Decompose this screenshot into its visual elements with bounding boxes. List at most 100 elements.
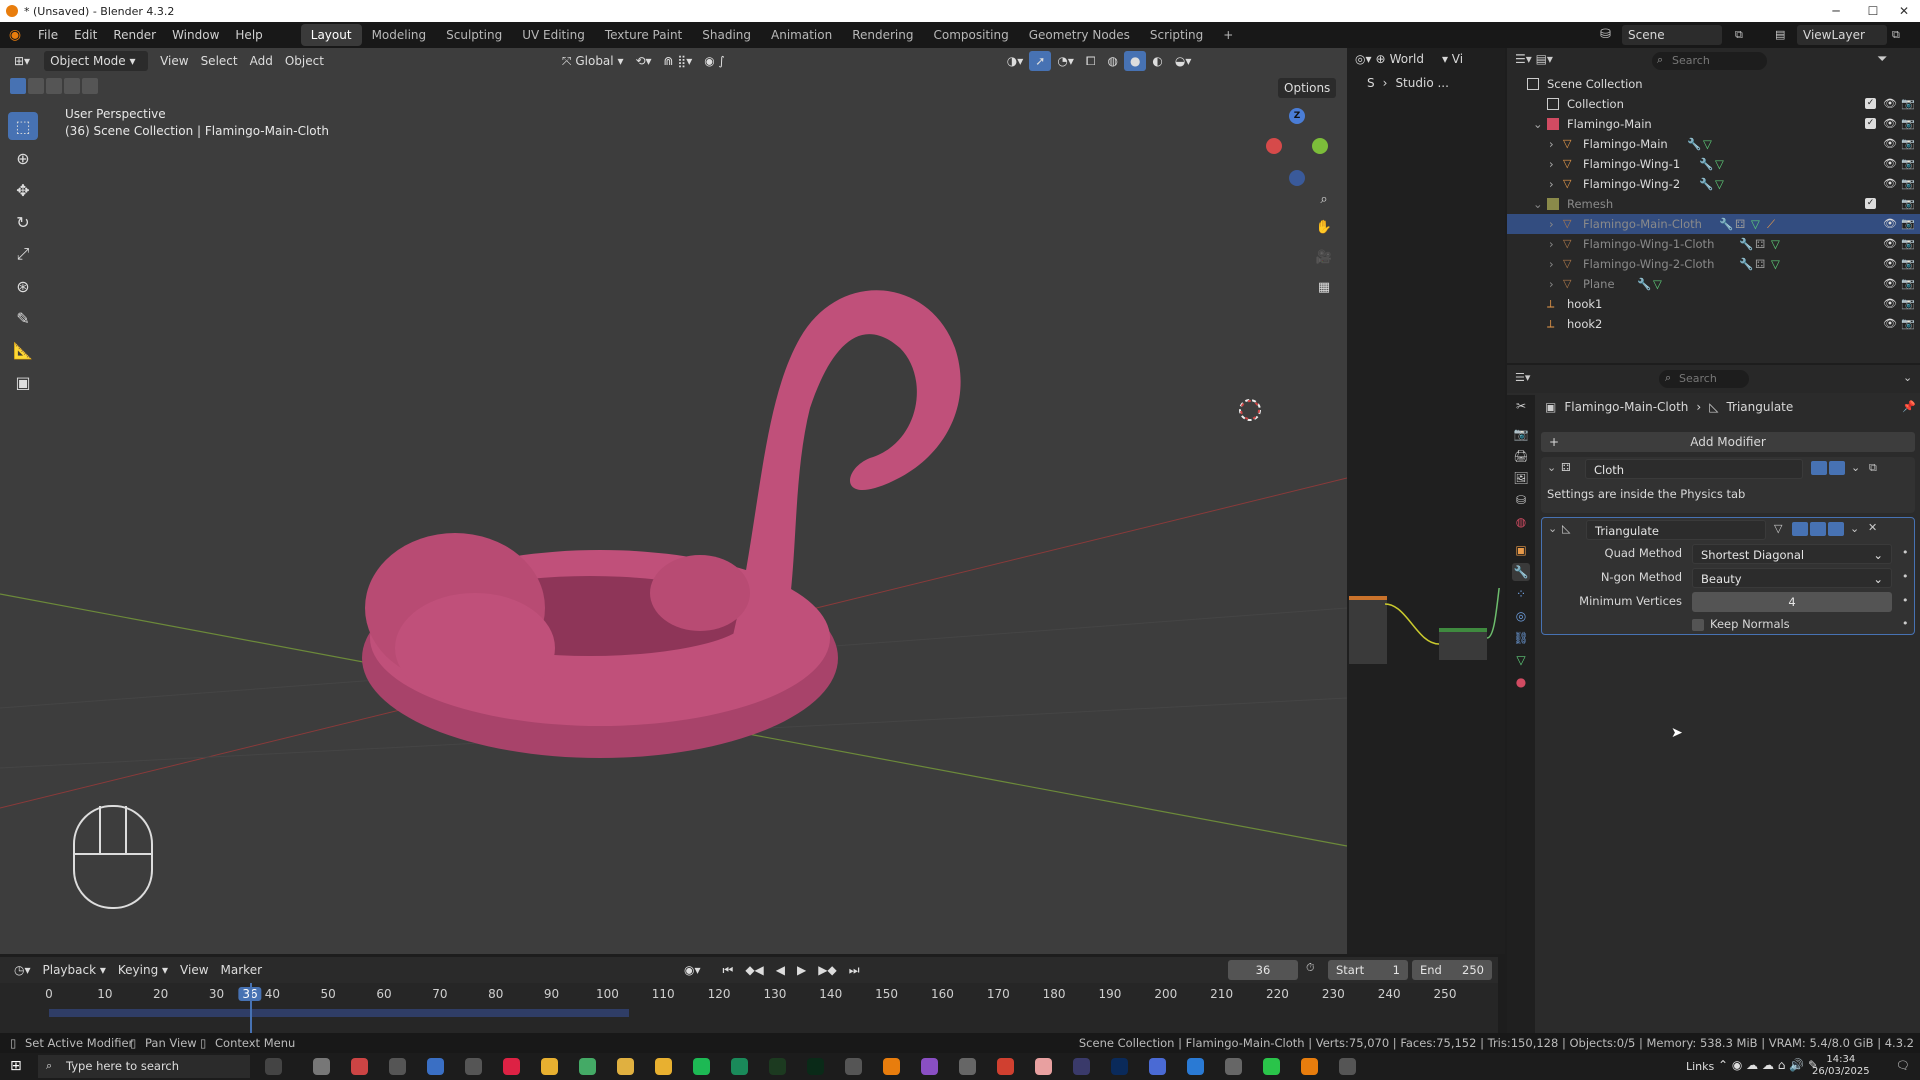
- blender-taskbar-icon[interactable]: [1301, 1058, 1318, 1075]
- eye-icon[interactable]: 👁: [1883, 297, 1897, 311]
- vlc-icon[interactable]: [883, 1058, 900, 1075]
- expand-icon[interactable]: ›: [1549, 134, 1554, 154]
- keyframe-dot-icon[interactable]: •: [1902, 546, 1909, 559]
- app-icon[interactable]: [1339, 1058, 1356, 1075]
- output-tab-icon[interactable]: 🖨: [1512, 447, 1530, 465]
- ortho-grid-icon[interactable]: ▦: [1312, 276, 1336, 300]
- exclude-checkbox[interactable]: ✓: [1865, 198, 1876, 209]
- app-icon[interactable]: [731, 1058, 748, 1075]
- collapse-icon[interactable]: ⌄: [1547, 461, 1556, 474]
- chrome-icon[interactable]: [541, 1058, 558, 1075]
- outliner-row-remesh-collection[interactable]: ⌄ Remesh ✓ 📷: [1507, 194, 1920, 214]
- links-label[interactable]: Links: [1686, 1060, 1714, 1073]
- gizmo-z-axis-icon[interactable]: Z: [1289, 108, 1305, 124]
- blender-menu-icon[interactable]: ◉: [0, 27, 30, 43]
- outliner-row-flamingo-wing-1-cloth[interactable]: › ▽ Flamingo-Wing-1-Cloth 🔧 ⚃ ▽ 👁 📷: [1507, 234, 1920, 254]
- menu-file[interactable]: File: [30, 22, 66, 48]
- zoom-icon[interactable]: ⌕: [1312, 188, 1336, 212]
- outliner-editor-icon[interactable]: ☰▾ ▤▾: [1515, 52, 1553, 66]
- app-icon[interactable]: [921, 1058, 938, 1075]
- outliner-row-hook2[interactable]: ⟂ hook2 👁 📷: [1507, 314, 1920, 334]
- cloth-name-field[interactable]: Cloth: [1585, 459, 1803, 479]
- properties-search-input[interactable]: Search: [1659, 370, 1749, 388]
- tool-tab-icon[interactable]: ✂: [1512, 397, 1530, 415]
- camera-icon[interactable]: 📷: [1901, 217, 1915, 231]
- outliner-row-flamingo-wing-2[interactable]: › ▽ Flamingo-Wing-2 🔧 ▽ 👁 📷: [1507, 174, 1920, 194]
- scene-field[interactable]: Scene: [1622, 25, 1722, 45]
- new-scene-icon[interactable]: ⧉: [1735, 25, 1751, 45]
- app-icon[interactable]: [1073, 1058, 1090, 1075]
- edit-mode-icon[interactable]: ▽: [1774, 522, 1782, 535]
- eye-icon[interactable]: 👁: [1883, 97, 1897, 111]
- outliner-row-plane[interactable]: › ▽ Plane 🔧 ▽ 👁 📷: [1507, 274, 1920, 294]
- expand-icon[interactable]: ›: [1549, 174, 1554, 194]
- camera-icon[interactable]: 📷: [1901, 177, 1915, 191]
- app-icon[interactable]: [959, 1058, 976, 1075]
- add-workspace-button[interactable]: +: [1213, 24, 1243, 46]
- outliner-row-scene-collection[interactable]: Scene Collection: [1507, 74, 1920, 94]
- eye-icon[interactable]: 👁: [1883, 217, 1897, 231]
- scene-icon[interactable]: ⛁: [1600, 25, 1620, 45]
- quad-method-dropdown[interactable]: Shortest Diagonal ⌄: [1692, 544, 1892, 564]
- shader-editor-panel[interactable]: ◎▾ ⊕ World ▾ Vi S › Studio ...: [1347, 48, 1505, 954]
- tab-scripting[interactable]: Scripting: [1140, 24, 1213, 46]
- task-view-icon[interactable]: [265, 1058, 282, 1075]
- app-icon[interactable]: [1035, 1058, 1052, 1075]
- eye-icon[interactable]: 👁: [1883, 277, 1897, 291]
- camera-view-icon[interactable]: 🎥: [1312, 246, 1336, 270]
- scene-tab-icon[interactable]: ⛁: [1512, 491, 1530, 509]
- menu-render[interactable]: Render: [105, 22, 164, 48]
- eye-icon[interactable]: 👁: [1883, 157, 1897, 171]
- filter-icon[interactable]: ⏷: [1877, 52, 1887, 67]
- view-layer-field[interactable]: ViewLayer: [1797, 25, 1887, 45]
- app-icon[interactable]: [579, 1058, 596, 1075]
- show-viewport-icon[interactable]: [1811, 461, 1827, 475]
- start-windows-icon[interactable]: ⊞: [10, 1058, 22, 1074]
- vscode-icon[interactable]: [1187, 1058, 1204, 1075]
- spotify-icon[interactable]: [693, 1058, 710, 1075]
- keyframe-dot-icon[interactable]: •: [1902, 617, 1909, 630]
- show-render-icon[interactable]: [1829, 461, 1845, 475]
- camera-icon[interactable]: 📷: [1901, 117, 1915, 131]
- eye-icon[interactable]: 👁: [1883, 317, 1897, 331]
- app-icon[interactable]: [503, 1058, 520, 1075]
- tab-sculpting[interactable]: Sculpting: [436, 24, 512, 46]
- modifier-tab-icon[interactable]: 🔧: [1512, 563, 1530, 581]
- minimize-button[interactable]: ─: [1820, 0, 1852, 22]
- eye-icon[interactable]: 👁: [1883, 237, 1897, 251]
- gizmo-neg-z-axis-icon[interactable]: [1289, 170, 1305, 186]
- app-icon[interactable]: [997, 1058, 1014, 1075]
- tab-animation[interactable]: Animation: [761, 24, 842, 46]
- object-tab-icon[interactable]: ▣: [1512, 541, 1530, 559]
- outliner-row-hook1[interactable]: ⟂ hook1 👁 📷: [1507, 294, 1920, 314]
- app-icon[interactable]: [427, 1058, 444, 1075]
- chrome-icon[interactable]: [655, 1058, 672, 1075]
- expand-icon[interactable]: ›: [1549, 234, 1554, 254]
- camera-icon[interactable]: 📷: [1901, 297, 1915, 311]
- show-viewport-icon[interactable]: [1810, 522, 1826, 536]
- expand-icon[interactable]: ›: [1549, 274, 1554, 294]
- disclosure-icon[interactable]: ⌄: [1533, 114, 1543, 134]
- pan-hand-icon[interactable]: ✋: [1312, 216, 1336, 240]
- keep-normals-checkbox[interactable]: [1692, 619, 1704, 631]
- tab-compositing[interactable]: Compositing: [923, 24, 1018, 46]
- outliner-row-flamingo-main[interactable]: › ▽ Flamingo-Main 🔧 ▽ 👁 📷: [1507, 134, 1920, 154]
- app-icon[interactable]: [1225, 1058, 1242, 1075]
- keyframe-dot-icon[interactable]: •: [1902, 570, 1909, 583]
- taskbar-clock[interactable]: 14:34 26/03/2025: [1812, 1054, 1870, 1078]
- wechat-icon[interactable]: [1263, 1058, 1280, 1075]
- chevron-down-icon[interactable]: ⌄: [1851, 461, 1860, 474]
- outliner-search-input[interactable]: Search: [1652, 52, 1767, 70]
- data-tab-icon[interactable]: ▽: [1512, 651, 1530, 669]
- chevron-down-icon[interactable]: ⌄: [1903, 371, 1912, 384]
- gizmo-x-axis-icon[interactable]: [1266, 138, 1282, 154]
- eye-icon[interactable]: 👁: [1883, 117, 1897, 131]
- file-explorer-icon[interactable]: [617, 1058, 634, 1075]
- disclosure-icon[interactable]: ⌄: [1533, 194, 1543, 214]
- new-view-layer-icon[interactable]: ⧉: [1892, 25, 1908, 45]
- camera-icon[interactable]: 📷: [1901, 97, 1915, 111]
- tray-icons[interactable]: ⌃ ◉ ☁ ☁ ⌂ 🔊 ✎: [1718, 1058, 1818, 1072]
- tab-rendering[interactable]: Rendering: [842, 24, 923, 46]
- view-layer-tab-icon[interactable]: 🖼: [1512, 469, 1530, 487]
- shader-type-icon[interactable]: ◎▾: [1355, 52, 1372, 66]
